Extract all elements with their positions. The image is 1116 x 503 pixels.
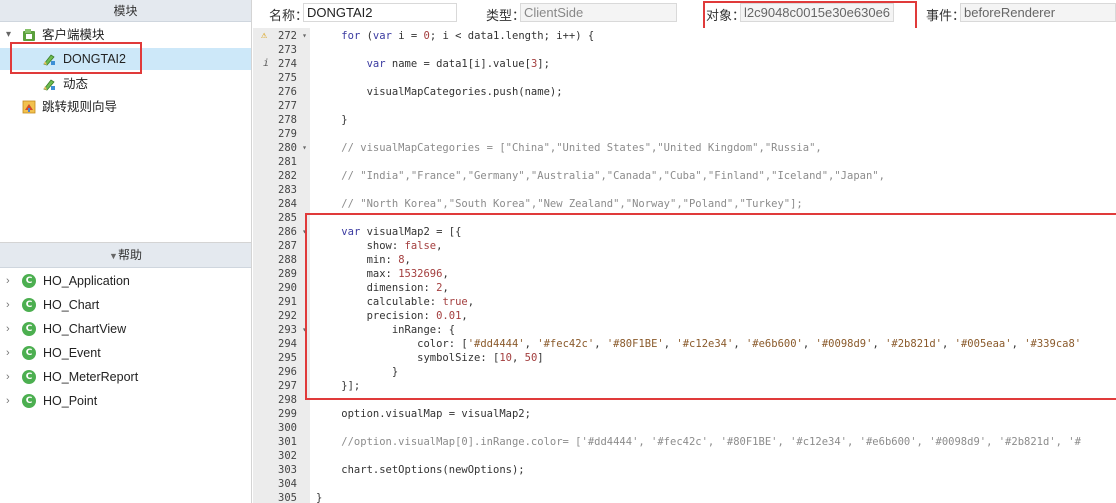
help-item-label: HO_Chart [43, 298, 100, 312]
help-item-label: HO_ChartView [43, 322, 127, 336]
line-number: 290 [278, 282, 297, 294]
line-number: 282 [278, 170, 297, 182]
code-line[interactable]: //option.visualMap[0].inRange.color= ['#… [316, 435, 1081, 449]
line-number: 278 [278, 114, 297, 126]
help-item-label: HO_MeterReport [43, 370, 139, 384]
line-number: 305 [278, 492, 297, 503]
help-header-label: 帮助 [117, 248, 142, 262]
help-item-ho-event[interactable]: › C HO_Event [0, 341, 251, 365]
class-icon: C [22, 322, 36, 336]
tree-item-label: 跳转规则向导 [42, 100, 118, 114]
line-number: 280 ▾ [278, 141, 307, 155]
line-number: 295 [278, 352, 297, 364]
code-line[interactable]: chart.setOptions(newOptions); [316, 463, 524, 477]
line-number: 274 i [263, 57, 297, 71]
line-number: 289 [278, 268, 297, 280]
class-icon: C [22, 346, 36, 360]
class-icon: C [22, 394, 36, 408]
code-line[interactable]: for (var i = 0; i < data1.length; i++) { [316, 29, 594, 43]
help-item-ho-point[interactable]: › C HO_Point [0, 389, 251, 413]
chevron-right-icon[interactable]: › [6, 269, 10, 293]
help-panel: ▼帮助 › C HO_Application › C HO_Chart › C … [0, 242, 251, 503]
line-number: 273 [278, 44, 297, 56]
info-icon[interactable]: i [263, 57, 269, 71]
line-number: 284 [278, 198, 297, 210]
properties-bar: 名称： DONGTAI2 类型： ClientSide 对象： l2c9048c… [253, 0, 1116, 31]
class-icon: C [22, 298, 36, 312]
line-number: 304 [278, 478, 297, 490]
modules-header: 模块 [0, 0, 251, 22]
event-field[interactable]: beforeRenderer [960, 3, 1116, 22]
code-line[interactable]: // "India","France","Germany","Australia… [316, 169, 885, 183]
help-item-ho-meterreport[interactable]: › C HO_MeterReport [0, 365, 251, 389]
wizard-icon [22, 100, 36, 114]
line-number: 286 ▾ [278, 226, 307, 238]
line-number: 275 [278, 72, 297, 84]
line-number: 296 [278, 366, 297, 378]
line-number-gutter: 272 ▾ ⚠ 273 274 i 275 276 277 278 279 280 ▾ 281 282 283… [253, 28, 310, 503]
code-line[interactable]: // visualMapCategories = ["China","Unite… [316, 141, 821, 155]
code-line[interactable]: var name = data1[i].value[3]; [316, 57, 550, 71]
line-number: 303 [278, 464, 297, 476]
line-number: 291 [278, 296, 297, 308]
chevron-right-icon[interactable]: › [6, 389, 10, 413]
modules-panel: 模块 ▾ 客户端模块 DONGTAI2 动态 跳转规则向导 [0, 0, 251, 242]
line-number: 285 [278, 212, 297, 224]
tree-item-jump-rule-wizard[interactable]: 跳转规则向导 [0, 96, 251, 118]
line-number: 292 [278, 310, 297, 322]
code-editor[interactable]: 272 ▾ ⚠ 273 274 i 275 276 277 278 279 280 ▾ 281 282 283… [253, 28, 1116, 503]
line-number: 272 ▾ ⚠ [261, 29, 307, 43]
tree-item-label: 动态 [63, 77, 89, 91]
line-number: 288 [278, 254, 297, 266]
script-edit-icon [43, 79, 55, 91]
code-line[interactable]: // "North Korea","South Korea","New Zeal… [316, 197, 802, 211]
help-item-ho-application[interactable]: › C HO_Application [0, 269, 251, 293]
code-line[interactable]: option.visualMap = visualMap2; [316, 407, 531, 421]
help-item-ho-chartview[interactable]: › C HO_ChartView [0, 317, 251, 341]
warning-icon[interactable]: ⚠ [261, 29, 267, 43]
highlight-box-visualmap-block [305, 213, 1116, 400]
module-folder-icon [23, 29, 35, 41]
line-number: 283 [278, 184, 297, 196]
help-item-label: HO_Event [43, 346, 101, 360]
type-field[interactable]: ClientSide [520, 3, 677, 22]
code-line[interactable]: } [316, 491, 322, 503]
chevron-right-icon[interactable]: › [6, 341, 10, 365]
chevron-right-icon[interactable]: › [6, 317, 10, 341]
name-field[interactable]: DONGTAI2 [303, 3, 457, 22]
help-item-label: HO_Point [43, 394, 98, 408]
line-number: 279 [278, 128, 297, 140]
chevron-right-icon[interactable]: › [6, 293, 10, 317]
help-item-label: HO_Application [43, 274, 130, 288]
code-line[interactable]: visualMapCategories.push(name); [316, 85, 563, 99]
highlight-box-object-field [703, 1, 917, 31]
line-number: 294 [278, 338, 297, 350]
fold-toggle-icon[interactable]: ▾ [302, 29, 307, 43]
highlight-box-selected-script [10, 42, 142, 74]
left-panel: 模块 ▾ 客户端模块 DONGTAI2 动态 跳转规则向导 ▼帮助 › C HO… [0, 0, 252, 503]
help-item-ho-chart[interactable]: › C HO_Chart [0, 293, 251, 317]
line-number: 299 [278, 408, 297, 420]
triangle-down-icon: ▼ [109, 251, 118, 261]
line-number: 287 [278, 240, 297, 252]
line-number: 302 [278, 450, 297, 462]
line-number: 301 [278, 436, 297, 448]
line-number: 297 [278, 380, 297, 392]
class-icon: C [22, 274, 36, 288]
line-number: 277 [278, 100, 297, 112]
tree-item-dynamic[interactable]: 动态 [0, 73, 251, 95]
help-header[interactable]: ▼帮助 [0, 243, 251, 268]
line-number: 300 [278, 422, 297, 434]
class-icon: C [22, 370, 36, 384]
line-number: 276 [278, 86, 297, 98]
line-number: 293 ▾ [278, 324, 307, 336]
fold-toggle-icon[interactable]: ▾ [302, 141, 307, 155]
line-number: 298 [278, 394, 297, 406]
line-number: 281 [278, 156, 297, 168]
code-line[interactable]: } [316, 113, 347, 127]
chevron-right-icon[interactable]: › [6, 365, 10, 389]
